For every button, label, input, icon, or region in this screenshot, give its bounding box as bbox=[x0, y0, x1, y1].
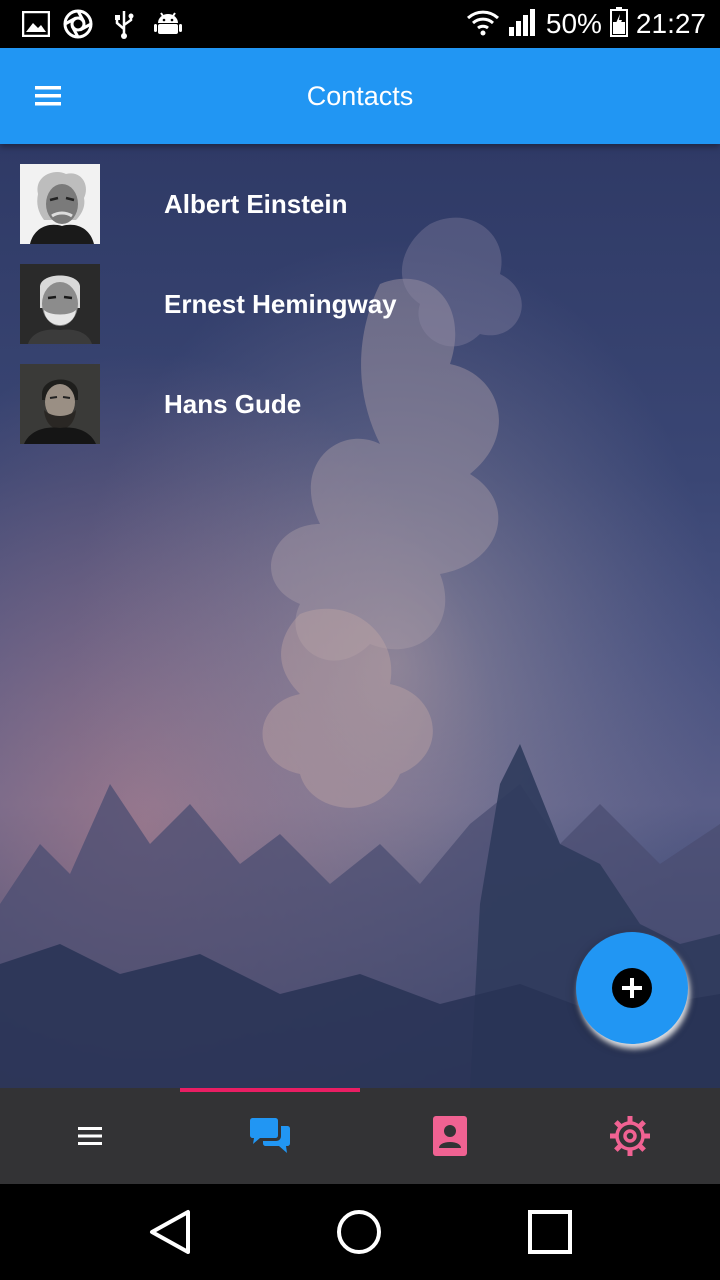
chat-icon bbox=[250, 1118, 290, 1153]
recents-icon bbox=[528, 1210, 572, 1254]
battery-percent: 50% bbox=[545, 8, 602, 39]
tab-chats[interactable] bbox=[180, 1088, 360, 1184]
menu-icon bbox=[78, 1127, 102, 1145]
selected-tab-indicator bbox=[180, 1088, 360, 1092]
wifi-icon bbox=[466, 8, 500, 41]
clock: 21:27 bbox=[635, 8, 706, 39]
contact-name: Ernest Hemingway bbox=[164, 289, 397, 319]
contact-row[interactable]: Albert Einstein bbox=[0, 144, 720, 244]
bottom-tab-bar bbox=[0, 1088, 720, 1184]
aperture-icon bbox=[62, 8, 94, 40]
android-icon bbox=[152, 8, 184, 40]
avatar bbox=[20, 364, 100, 444]
app-bar: Contacts bbox=[0, 48, 720, 144]
contact-list: Albert Einstein Ernest Hemingway Hans Gu… bbox=[0, 144, 720, 444]
home-icon bbox=[337, 1210, 381, 1254]
image-icon bbox=[20, 8, 52, 40]
back-button[interactable] bbox=[142, 1204, 198, 1260]
page-title: Contacts bbox=[306, 81, 414, 111]
contact-name: Hans Gude bbox=[164, 389, 302, 419]
avatar bbox=[20, 164, 100, 244]
tab-menu[interactable] bbox=[0, 1088, 180, 1184]
home-button[interactable] bbox=[331, 1204, 387, 1260]
contact-row[interactable]: Hans Gude bbox=[0, 344, 720, 444]
contact-card-icon bbox=[433, 1116, 467, 1156]
battery-icon bbox=[609, 6, 628, 42]
contact-name: Albert Einstein bbox=[164, 189, 348, 219]
system-navigation-bar bbox=[0, 1184, 720, 1280]
tab-contacts[interactable] bbox=[360, 1088, 540, 1184]
add-icon bbox=[612, 968, 652, 1008]
usb-icon bbox=[108, 8, 140, 40]
avatar bbox=[20, 264, 100, 344]
tab-settings[interactable] bbox=[540, 1088, 720, 1184]
recents-button[interactable] bbox=[522, 1204, 578, 1260]
back-icon bbox=[150, 1210, 190, 1254]
gear-icon bbox=[610, 1116, 650, 1156]
contact-row[interactable]: Ernest Hemingway bbox=[0, 244, 720, 344]
signal-icon bbox=[508, 7, 538, 42]
status-bar: 50% 21:27 bbox=[0, 0, 720, 48]
add-contact-button[interactable] bbox=[576, 932, 688, 1044]
